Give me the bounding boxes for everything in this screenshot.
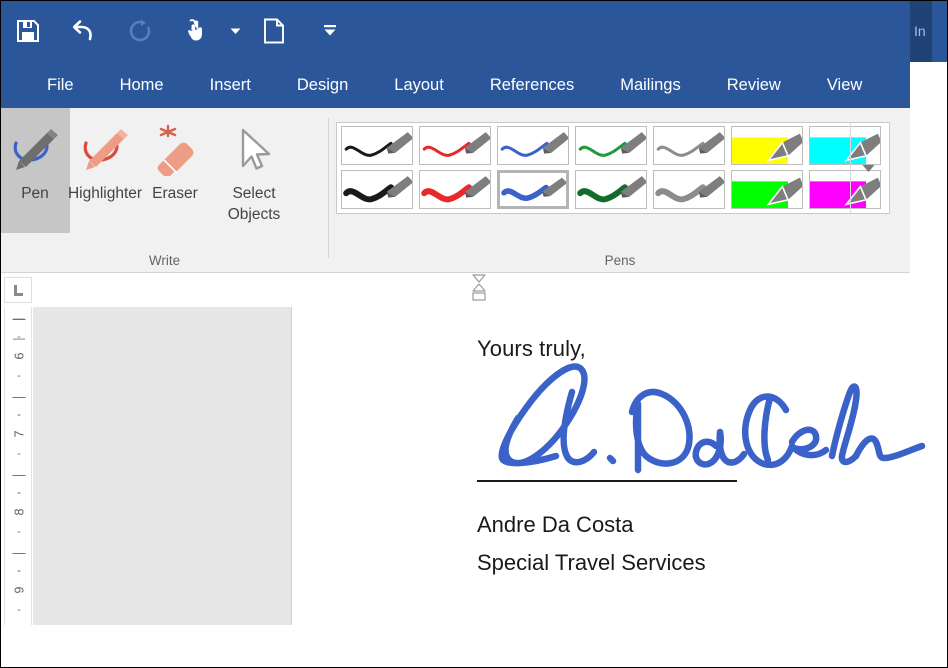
- pen-gallery-item-pen-gray-thin[interactable]: [651, 124, 727, 167]
- vertical-ruler-tick-9: 9: [11, 586, 26, 594]
- signature-line: [477, 480, 737, 482]
- pen-green-thick-swatch: [575, 170, 647, 209]
- pen-gallery-more-chevron-down-icon[interactable]: [850, 123, 885, 213]
- document-signer-name: Andre Da Costa: [477, 512, 634, 537]
- write-tool-highlighter-label: Highlighter: [67, 185, 143, 202]
- new-document-icon[interactable]: [246, 7, 302, 55]
- undo-icon[interactable]: [56, 7, 112, 55]
- tab-review[interactable]: Review: [704, 62, 804, 108]
- ribbon-tab-bar: File Home Insert Design Layout Reference…: [0, 62, 910, 108]
- vertical-ruler-minor-mark: -: [17, 603, 21, 616]
- ribbon-group-divider: [328, 118, 329, 258]
- save-icon[interactable]: [0, 7, 56, 55]
- pen-gallery-item-pen-green-thick[interactable]: [573, 168, 649, 211]
- write-tool-select-objects[interactable]: Select Objects: [210, 108, 298, 233]
- write-tool-pen-label: Pen: [21, 185, 49, 202]
- vertical-ruler-minor-mark: -: [17, 525, 21, 538]
- pen-icon: [6, 118, 64, 180]
- ink-tools-tab-partial[interactable]: In: [910, 0, 932, 62]
- highlighter-icon: [76, 118, 134, 180]
- vertical-ruler-minor-mark: —: [12, 545, 26, 560]
- ribbon: Pen Highlighter Eraser Select Objects Wr…: [0, 108, 910, 273]
- title-bar: In: [0, 0, 948, 62]
- tab-view[interactable]: View: [804, 62, 885, 108]
- vertical-ruler-minor-mark: -: [17, 369, 21, 382]
- ribbon-group-write-label: Write: [148, 253, 181, 268]
- tab-stop-selector[interactable]: [4, 277, 32, 303]
- pen-gray-thick-swatch: [653, 170, 725, 209]
- redo-icon[interactable]: [112, 7, 168, 55]
- pen-blue-thin-swatch: [497, 126, 569, 165]
- pen-black-thin-swatch: [341, 126, 413, 165]
- ribbon-group-pens-label: Pens: [604, 253, 636, 268]
- vertical-ruler-minor-mark: —: [13, 311, 25, 325]
- touch-mouse-mode-icon[interactable]: [168, 7, 224, 55]
- select-objects-label-line1: Select: [232, 185, 276, 202]
- tab-layout[interactable]: Layout: [371, 62, 467, 108]
- write-tool-eraser-label: Eraser: [152, 185, 198, 202]
- ribbon-tabs: File Home Insert Design Layout Reference…: [0, 62, 910, 108]
- tab-home[interactable]: Home: [97, 62, 187, 108]
- vertical-ruler-tick-8: 8: [11, 508, 26, 516]
- ribbon-group-write: Pen Highlighter Eraser Select Objects Wr…: [0, 108, 329, 272]
- write-tool-highlighter[interactable]: Highlighter: [68, 108, 142, 233]
- tab-mailings[interactable]: Mailings: [597, 62, 704, 108]
- vertical-ruler-tick-7: 7: [11, 430, 26, 438]
- highlighter-green-swatch: [731, 170, 803, 209]
- pen-gallery-item-pen-gray-thick[interactable]: [651, 168, 727, 211]
- pen-green-thin-swatch: [575, 126, 647, 165]
- pen-gallery-item-pen-black-thin[interactable]: [339, 124, 415, 167]
- pen-gallery-item-pen-blue-thin[interactable]: [495, 124, 571, 167]
- indent-markers[interactable]: [470, 274, 488, 307]
- tab-file[interactable]: File: [24, 62, 97, 108]
- vertical-ruler-minor-mark: —: [12, 467, 26, 482]
- pen-red-thin-swatch: [419, 126, 491, 165]
- vertical-ruler-minor-mark: -: [17, 486, 21, 499]
- tab-design[interactable]: Design: [274, 62, 371, 108]
- quick-access-toolbar: [0, 0, 358, 62]
- pen-gallery-item-pen-black-thick[interactable]: [339, 168, 415, 211]
- document-organization: Special Travel Services: [477, 550, 706, 575]
- tab-references[interactable]: References: [467, 62, 597, 108]
- select-objects-cursor-icon: [225, 118, 283, 180]
- word-application-window: In File Home Insert Design Layout Refere…: [0, 0, 948, 668]
- vertical-ruler-minor-mark: -: [17, 447, 21, 460]
- vertical-ruler-minor-mark: —: [12, 389, 26, 404]
- eraser-icon: [146, 118, 204, 180]
- highlighter-yellow-swatch: [731, 126, 803, 165]
- pen-black-thick-swatch: [341, 170, 413, 209]
- left-tab-stop-icon: [14, 285, 23, 296]
- pen-gallery-item-highlighter-green[interactable]: [729, 168, 805, 211]
- write-tool-eraser[interactable]: Eraser: [140, 108, 210, 233]
- tab-bar-right-filler: [910, 62, 948, 108]
- vertical-ruler-tick-6: 6: [11, 352, 26, 360]
- ribbon-group-pens: Pens: [330, 108, 910, 272]
- pen-gallery: [336, 122, 890, 214]
- tab-insert[interactable]: Insert: [187, 62, 274, 108]
- select-objects-label-line2: Objects: [227, 206, 281, 223]
- vertical-ruler-minor-mark: -: [17, 408, 21, 421]
- pen-blue-thick-swatch: [497, 170, 569, 209]
- pen-gallery-item-pen-blue-thick[interactable]: [495, 168, 571, 211]
- write-tool-pen[interactable]: Pen: [0, 108, 70, 233]
- touch-mode-chevron-down-icon[interactable]: [224, 7, 246, 55]
- ribbon-right-filler: [910, 108, 948, 273]
- pen-gallery-item-pen-red-thin[interactable]: [417, 124, 493, 167]
- vertical-ruler-minor-mark: -: [17, 564, 21, 577]
- below-page-area: [0, 625, 948, 668]
- pen-red-thick-swatch: [419, 170, 491, 209]
- customize-quick-access-toolbar-icon[interactable]: [302, 7, 358, 55]
- write-tool-select-objects-label: Select Objects: [215, 183, 293, 225]
- pen-gray-thin-swatch: [653, 126, 725, 165]
- pen-gallery-item-pen-green-thin[interactable]: [573, 124, 649, 167]
- pen-gallery-item-highlighter-yellow[interactable]: [729, 124, 805, 167]
- vertical-ruler-minor-mark: —: [13, 330, 25, 345]
- ink-signature[interactable]: [470, 352, 930, 482]
- pen-gallery-item-pen-red-thick[interactable]: [417, 168, 493, 211]
- pen-gallery-grid: [337, 123, 885, 213]
- vertical-ruler[interactable]: 6— - - — -7— - - — -8— - - — -9— - - — —: [4, 307, 32, 625]
